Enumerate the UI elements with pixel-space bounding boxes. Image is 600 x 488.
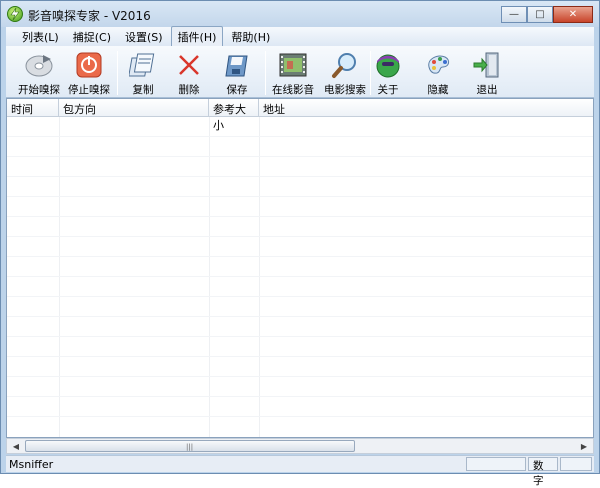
film-icon	[278, 51, 308, 79]
exit-door-icon	[472, 51, 502, 79]
column-header-size[interactable]: 参考大小	[209, 99, 259, 132]
status-pane-empty	[466, 457, 526, 471]
magnifier-icon	[330, 51, 360, 79]
status-pane-empty	[560, 457, 592, 471]
save-button[interactable]: 保存	[212, 49, 262, 97]
about-button[interactable]: 关于	[363, 49, 413, 97]
stop-sniff-button[interactable]: 停止嗅探	[64, 49, 114, 97]
scroll-left-arrow-icon[interactable]: ◀	[8, 439, 24, 453]
grid-line	[7, 176, 593, 177]
grid-line	[7, 236, 593, 237]
start-sniff-button[interactable]: 开始嗅探	[14, 49, 64, 97]
movie-search-label: 电影搜索	[324, 84, 366, 96]
menu-help[interactable]: 帮助(H)	[225, 27, 276, 47]
list-header: 时间 包方向 参考大小 地址	[7, 99, 593, 132]
close-button[interactable]: ✕	[553, 6, 593, 23]
delete-button[interactable]: 删除	[164, 49, 214, 97]
grid-line	[7, 356, 593, 357]
grid-line	[7, 276, 593, 277]
stop-icon	[74, 51, 104, 79]
grid-line	[7, 336, 593, 337]
disc-icon	[24, 51, 54, 79]
copy-label: 复制	[132, 84, 154, 96]
status-bar: Msniffer 数字	[6, 455, 594, 487]
copy-button[interactable]: 复制	[118, 49, 168, 97]
app-logo-icon	[7, 6, 23, 22]
online-video-button[interactable]: 在线影音	[268, 49, 318, 97]
save-label: 保存	[226, 84, 248, 96]
menu-bar: 列表(L) 捕捉(C) 设置(S) 插件(H) 帮助(H)	[6, 25, 594, 48]
column-divider	[259, 117, 260, 437]
numlock-indicator: 数字	[528, 457, 558, 487]
hide-label: 隐藏	[427, 84, 449, 96]
toolbar: 开始嗅探 停止嗅探 复制 删除 保存 在线影音 电影搜索 关于 隐藏 退出	[6, 46, 594, 98]
stop-sniff-label: 停止嗅探	[68, 84, 110, 96]
about-label: 关于	[377, 84, 399, 96]
scroll-thumb[interactable]: |||	[25, 440, 355, 452]
delete-x-icon	[174, 51, 204, 79]
window-title: 影音嗅探专家 - V2016	[28, 9, 151, 23]
exit-label: 退出	[476, 84, 498, 96]
toolbar-separator	[265, 51, 266, 95]
palette-icon	[423, 51, 453, 79]
title-bar[interactable]: 影音嗅探专家 - V2016 — □ ✕	[1, 1, 599, 27]
grid-line	[7, 196, 593, 197]
minimize-button[interactable]: —	[501, 6, 527, 23]
horizontal-scrollbar[interactable]: ◀ ||| ▶	[6, 438, 594, 454]
grid-line	[7, 296, 593, 297]
status-text: Msniffer	[9, 458, 54, 471]
online-video-label: 在线影音	[272, 84, 314, 96]
column-header-address[interactable]: 地址	[259, 99, 593, 117]
exit-button[interactable]: 退出	[462, 49, 512, 97]
column-divider	[59, 117, 60, 437]
grid-line	[7, 316, 593, 317]
grid-line	[7, 156, 593, 157]
menu-capture[interactable]: 捕捉(C)	[67, 27, 117, 47]
window-controls: — □ ✕	[501, 6, 593, 23]
column-header-direction[interactable]: 包方向	[59, 99, 209, 117]
menu-settings[interactable]: 设置(S)	[119, 27, 169, 47]
menu-plugins[interactable]: 插件(H)	[170, 25, 224, 48]
menu-list[interactable]: 列表(L)	[16, 27, 65, 47]
main-window: 影音嗅探专家 - V2016 — □ ✕ 列表(L) 捕捉(C) 设置(S) 插…	[0, 0, 600, 487]
maximize-button[interactable]: □	[527, 6, 553, 23]
grid-line	[7, 376, 593, 377]
grid-line	[7, 216, 593, 217]
start-sniff-label: 开始嗅探	[18, 84, 60, 96]
grid-line	[7, 396, 593, 397]
grid-line	[7, 136, 593, 137]
hide-button[interactable]: 隐藏	[413, 49, 463, 97]
capture-list[interactable]: 时间 包方向 参考大小 地址	[6, 98, 594, 438]
column-header-time[interactable]: 时间	[7, 99, 59, 117]
floppy-disk-icon	[222, 51, 252, 79]
grip-icon: |||	[186, 443, 194, 451]
about-globe-icon	[373, 51, 403, 79]
scroll-right-arrow-icon[interactable]: ▶	[576, 439, 592, 453]
delete-label: 删除	[178, 84, 200, 96]
column-divider	[209, 117, 210, 437]
grid-line	[7, 256, 593, 257]
copy-icon	[128, 51, 158, 79]
grid-line	[7, 416, 593, 417]
